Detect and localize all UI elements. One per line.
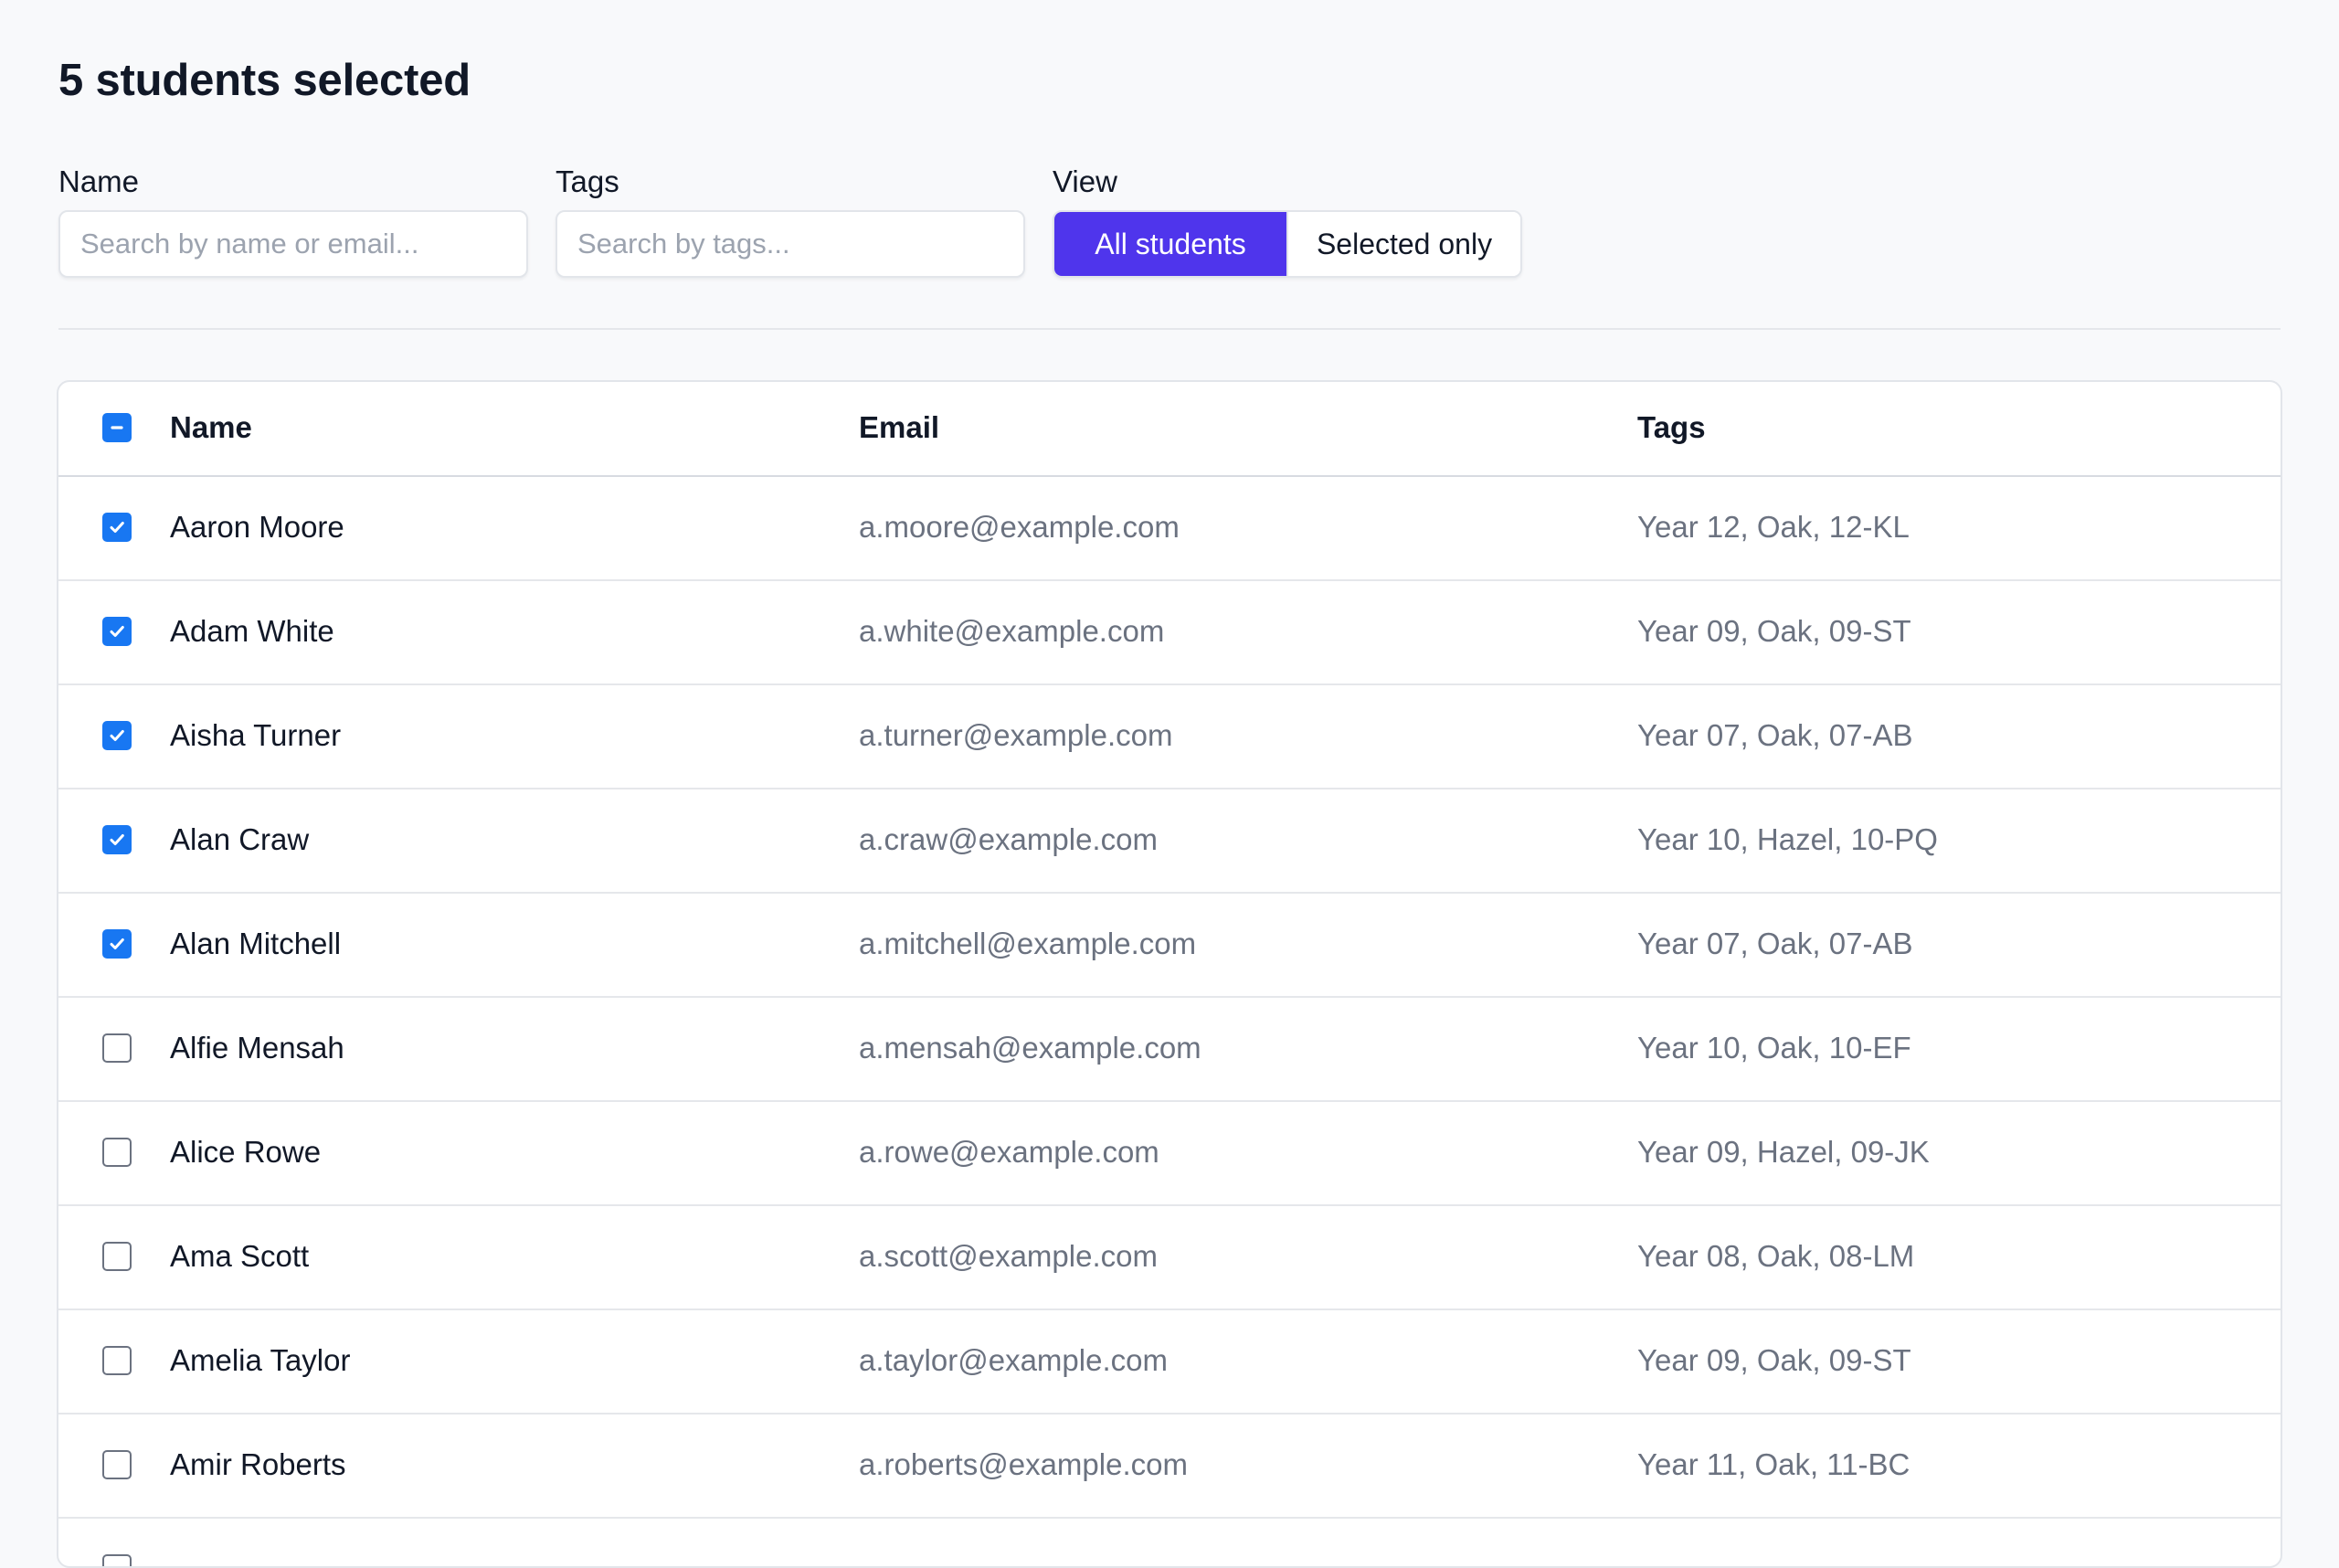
row-checkbox-cell: [102, 1554, 132, 1566]
student-name: Alice Rowe: [170, 1135, 322, 1169]
row-checkbox-cell: [102, 617, 132, 646]
student-tags: Year 12, Oak, 12-KL: [1637, 510, 1910, 544]
student-email: a.white@example.com: [859, 614, 1165, 648]
student-tags: Year 07, Oak, 07-AB: [1637, 718, 1913, 752]
student-email: a.moore@example.com: [859, 510, 1180, 544]
minus-icon: [108, 418, 126, 437]
table-row[interactable]: Alan Craw a.craw@example.com Year 10, Haze…: [58, 789, 2281, 894]
student-name: Amir Roberts: [170, 1447, 346, 1481]
student-email: a.craw@example.com: [859, 822, 1158, 856]
student-email: a.rowe@example.com: [859, 1135, 1159, 1169]
row-checkbox[interactable]: [102, 1033, 132, 1063]
select-all-checkbox[interactable]: [102, 413, 132, 442]
tags-search-input[interactable]: [556, 210, 1025, 278]
row-checkbox-cell: [102, 513, 132, 542]
row-checkbox-cell: [102, 929, 132, 959]
row-checkbox[interactable]: [102, 617, 132, 646]
student-name: Aaron Moore: [170, 510, 344, 544]
student-name: Amelia Taylor: [170, 1343, 351, 1377]
student-tags: Year 10, Hazel, 10-PQ: [1637, 822, 1938, 856]
row-checkbox[interactable]: [102, 1554, 132, 1566]
tags-filter-label: Tags: [556, 164, 619, 198]
checkmark-icon: [108, 935, 126, 953]
row-checkbox-cell: [102, 1242, 132, 1271]
row-checkbox-cell: [102, 1450, 132, 1479]
row-checkbox-cell: [102, 1033, 132, 1063]
row-checkbox-cell: [102, 1346, 132, 1375]
row-checkbox[interactable]: [102, 1242, 132, 1271]
row-checkbox-cell: [102, 721, 132, 750]
student-email: a.mensah@example.com: [859, 1031, 1201, 1065]
row-checkbox[interactable]: [102, 513, 132, 542]
row-checkbox[interactable]: [102, 1138, 132, 1167]
tags-filter: Tags: [556, 161, 1025, 278]
checkmark-icon: [108, 726, 126, 745]
student-tags: Year 11, Oak, 11-BC: [1637, 1447, 1910, 1481]
view-filter-label: View: [1053, 164, 1117, 198]
table-row[interactable]: Adam White a.white@example.com Year 09, Oa…: [58, 581, 2281, 685]
checkmark-icon: [108, 831, 126, 849]
page-title: 5 students selected: [58, 56, 471, 105]
checkmark-icon: [108, 622, 126, 641]
row-checkbox[interactable]: [102, 1450, 132, 1479]
row-checkbox[interactable]: [102, 721, 132, 750]
students-table: Name Email Tags Aaron Moore a.moore@examp…: [57, 380, 2282, 1568]
section-divider: [58, 328, 2281, 330]
table-row[interactable]: Alan Mitchell a.mitchell@example.com Year …: [58, 894, 2281, 998]
all-students-button[interactable]: All students: [1054, 212, 1286, 276]
student-tags: Year 07, Oak, 07-AB: [1637, 927, 1913, 960]
table-row[interactable]: Amir Roberts a.roberts@example.com Year 11…: [58, 1414, 2281, 1519]
tags-column-header[interactable]: Tags: [1637, 409, 1706, 446]
student-email: a.mitchell@example.com: [859, 927, 1197, 960]
student-email: a.roberts@example.com: [859, 1447, 1188, 1481]
student-tags: Year 10, Oak, 10-EF: [1637, 1031, 1911, 1065]
view-toggle: All students Selected only: [1053, 210, 1522, 278]
student-tags: Year 09, Hazel, 09-JK: [1637, 1135, 1930, 1169]
student-email: a.taylor@example.com: [859, 1343, 1168, 1377]
student-tags: Year 09, Oak, 09-ST: [1637, 1343, 1911, 1377]
row-checkbox-cell: [102, 825, 132, 854]
name-search-input[interactable]: [58, 210, 528, 278]
student-name: Ama Scott: [170, 1239, 310, 1273]
student-tags: Year 08, Oak, 08-LM: [1637, 1239, 1915, 1273]
table-row[interactable]: Ama Scott a.scott@example.com Year 08, Oak…: [58, 1206, 2281, 1310]
name-column-header[interactable]: Name: [170, 409, 252, 446]
row-checkbox[interactable]: [102, 1346, 132, 1375]
view-filter: View All students Selected only: [1053, 161, 1522, 278]
student-name: Aisha Turner: [170, 718, 342, 752]
student-name: Alfie Mensah: [170, 1031, 344, 1065]
table-row[interactable]: [58, 1519, 2281, 1566]
row-checkbox[interactable]: [102, 825, 132, 854]
select-all-checkbox-cell: [102, 413, 132, 442]
checkmark-icon: [108, 518, 126, 536]
name-filter: Name: [58, 161, 528, 278]
table-row[interactable]: Aaron Moore a.moore@example.com Year 12, O…: [58, 477, 2281, 581]
row-checkbox[interactable]: [102, 929, 132, 959]
student-email: a.turner@example.com: [859, 718, 1173, 752]
student-name: Adam White: [170, 614, 334, 648]
student-selection-page: 5 students selected Name Tags View All s…: [0, 0, 2339, 1568]
table-row[interactable]: Aisha Turner a.turner@example.com Year 07,…: [58, 685, 2281, 789]
name-filter-label: Name: [58, 164, 140, 198]
table-header: Name Email Tags: [58, 382, 2281, 477]
table-row[interactable]: Alice Rowe a.rowe@example.com Year 09, Haz…: [58, 1102, 2281, 1206]
email-column-header[interactable]: Email: [859, 409, 939, 446]
selected-only-button[interactable]: Selected only: [1286, 212, 1520, 276]
table-body: Aaron Moore a.moore@example.com Year 12, O…: [58, 477, 2281, 1566]
student-email: a.scott@example.com: [859, 1239, 1158, 1273]
table-row[interactable]: Amelia Taylor a.taylor@example.com Year 09…: [58, 1310, 2281, 1414]
row-checkbox-cell: [102, 1138, 132, 1167]
student-name: Alan Mitchell: [170, 927, 342, 960]
student-tags: Year 09, Oak, 09-ST: [1637, 614, 1911, 648]
table-row[interactable]: Alfie Mensah a.mensah@example.com Year 10,…: [58, 998, 2281, 1102]
student-name: Alan Craw: [170, 822, 310, 856]
